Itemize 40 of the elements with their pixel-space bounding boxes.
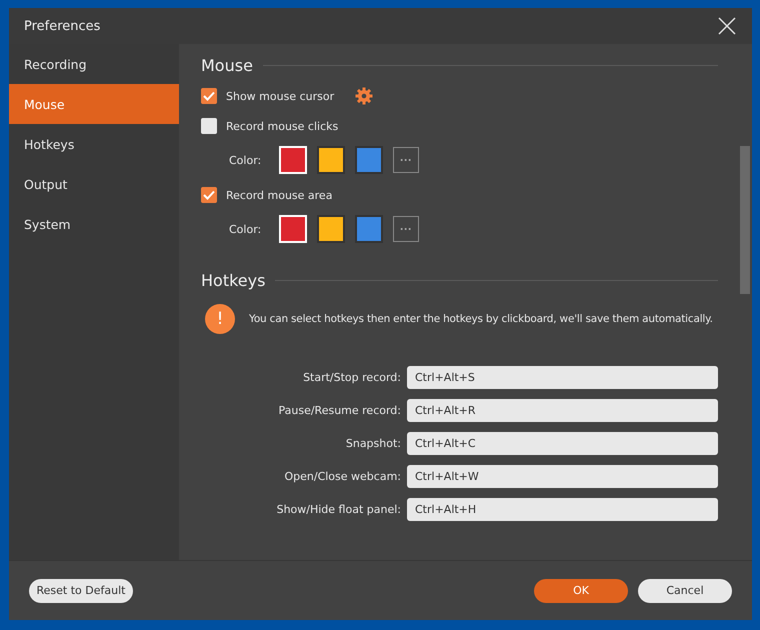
sidebar-item[interactable]: Recording (9, 44, 179, 84)
sidebar-item[interactable]: Output (9, 164, 179, 204)
option-label: Record mouse area (226, 188, 332, 202)
hotkey-label: Start/Stop record: (302, 371, 401, 384)
hotkey-field[interactable]: Ctrl+Alt+H (407, 498, 718, 521)
cancel-button[interactable]: Cancel (638, 578, 732, 602)
color-swatch[interactable] (317, 146, 345, 174)
more-colors-button[interactable]: ··· (393, 216, 419, 242)
sidebar-item[interactable]: System (9, 204, 179, 244)
close-icon[interactable] (718, 17, 736, 35)
color-label: Color: (229, 154, 262, 166)
checkbox[interactable] (201, 187, 217, 203)
sidebar-item[interactable]: Mouse (9, 84, 179, 124)
hotkey-field[interactable]: Ctrl+Alt+C (407, 432, 718, 455)
notice-text: You can select hotkeys then enter the hotkeys by clickboard, we'll save them automatically. (249, 313, 713, 325)
warning-icon: ! (205, 304, 235, 334)
color-swatch[interactable] (355, 215, 383, 243)
hotkey-field[interactable]: Ctrl+Alt+W (407, 465, 718, 488)
color-swatch[interactable] (317, 215, 345, 243)
reset-button[interactable]: Reset to Default (29, 578, 133, 602)
gear-icon[interactable] (355, 87, 374, 105)
sidebar-item[interactable]: Hotkeys (9, 124, 179, 164)
color-swatch[interactable] (355, 146, 383, 174)
option-label: Show mouse cursor (226, 90, 334, 102)
hotkey-label: Snapshot: (344, 437, 401, 450)
section-title: Hotkeys (201, 271, 266, 290)
window-title: Preferences (24, 18, 100, 34)
section-title: Mouse (201, 56, 253, 75)
hotkey-field[interactable]: Ctrl+Alt+R (407, 399, 718, 422)
checkbox[interactable] (201, 88, 217, 104)
checkbox[interactable] (201, 118, 217, 134)
color-label: Color: (229, 222, 262, 236)
hotkey-label: Open/Close webcam: (283, 470, 401, 483)
more-colors-button[interactable]: ··· (393, 147, 419, 173)
hotkey-field[interactable]: Ctrl+Alt+S (407, 366, 718, 389)
scrollbar-thumb[interactable] (740, 146, 750, 294)
hotkey-label: Pause/Resume record: (278, 404, 401, 417)
hotkey-label: Show/Hide float panel: (276, 503, 401, 516)
option-label: Record mouse clicks (226, 120, 338, 132)
ok-button[interactable]: OK (534, 578, 628, 602)
